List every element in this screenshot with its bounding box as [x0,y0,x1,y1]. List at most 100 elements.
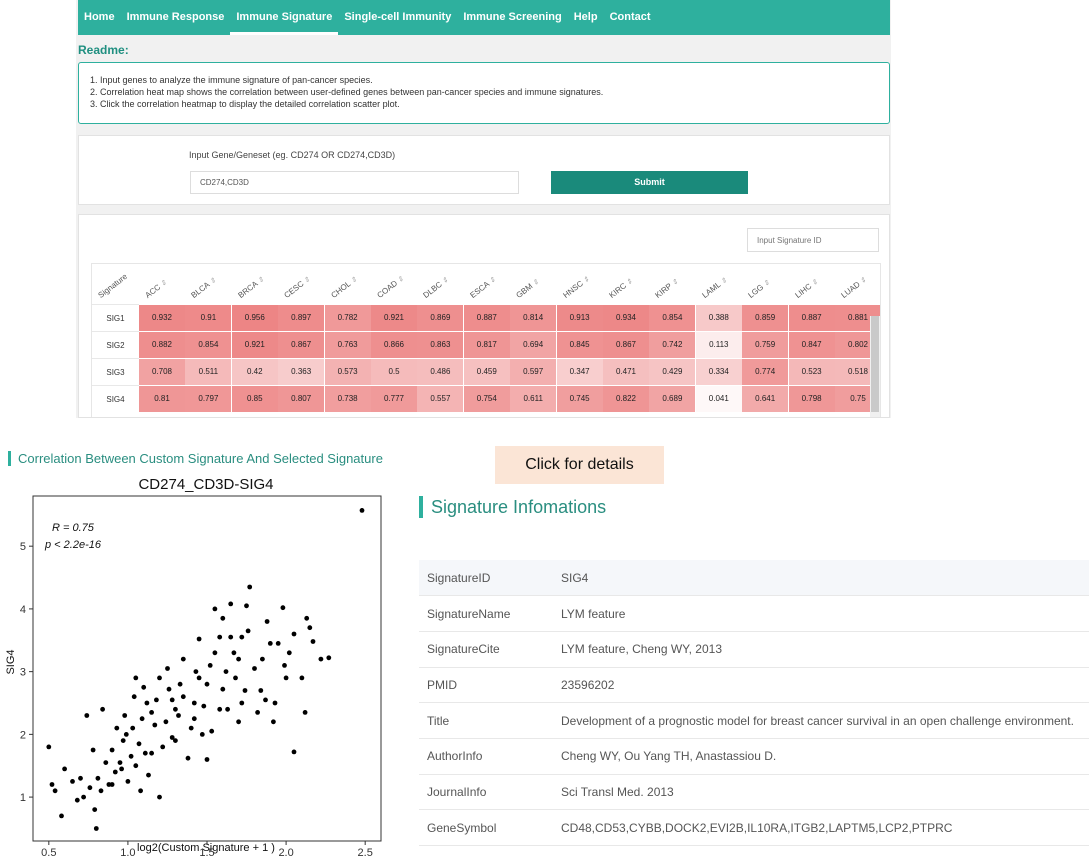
heatmap-cell[interactable]: 0.782 [324,305,371,331]
column-header-acc[interactable]: ACC⇕ [139,264,186,304]
heatmap-cell[interactable]: 0.573 [324,359,371,385]
heatmap-cell[interactable]: 0.041 [695,386,742,412]
heatmap-cell[interactable]: 0.859 [742,305,789,331]
heatmap-cell[interactable]: 0.113 [695,332,742,358]
heatmap-cell[interactable]: 0.763 [324,332,371,358]
sort-icon[interactable]: ⇕ [720,277,729,286]
column-header-cesc[interactable]: CESC⇕ [278,264,325,304]
column-header-lgg[interactable]: LGG⇕ [742,264,789,304]
heatmap-cell[interactable]: 0.429 [649,359,696,385]
heatmap-scrollbar[interactable] [870,316,880,417]
heatmap-cell[interactable]: 0.932 [139,305,185,331]
heatmap-cell[interactable]: 0.694 [510,332,557,358]
column-header-blca[interactable]: BLCA⇕ [185,264,232,304]
heatmap-cell[interactable]: 0.863 [417,332,464,358]
heatmap-cell[interactable]: 0.798 [788,386,835,412]
heatmap-cell[interactable]: 0.471 [603,359,649,385]
heatmap-cell[interactable]: 0.5 [371,359,417,385]
column-header-luad[interactable]: LUAD⇕ [835,264,880,304]
heatmap-cell[interactable]: 0.869 [417,305,464,331]
heatmap-cell[interactable]: 0.738 [324,386,371,412]
nav-immune-screening[interactable]: Immune Screening [457,0,567,35]
heatmap-cell[interactable]: 0.854 [185,332,232,358]
heatmap-cell[interactable]: 0.822 [603,386,649,412]
heatmap-cell[interactable]: 0.334 [695,359,742,385]
heatmap-cell[interactable]: 0.486 [417,359,464,385]
heatmap-cell[interactable]: 0.689 [649,386,696,412]
heatmap-cell[interactable]: 0.854 [649,305,696,331]
heatmap-cell[interactable]: 0.745 [556,386,603,412]
column-header-kirc[interactable]: KIRC⇕ [603,264,650,304]
heatmap-cell[interactable]: 0.814 [510,305,557,331]
sort-icon[interactable]: ⇕ [582,276,591,285]
nav-immune-response[interactable]: Immune Response [121,0,231,35]
sort-icon[interactable]: ⇕ [209,277,218,286]
column-header-chol[interactable]: CHOL⇕ [325,264,372,304]
heatmap-cell[interactable]: 0.777 [371,386,417,412]
sort-icon[interactable]: ⇕ [160,279,169,288]
column-header-gbm[interactable]: GBM⇕ [510,264,557,304]
heatmap-cell[interactable]: 0.882 [139,332,185,358]
heatmap-cell[interactable]: 0.866 [371,332,417,358]
heatmap-cell[interactable]: 0.913 [556,305,603,331]
scrollbar-thumb[interactable] [871,316,879,412]
column-header-coad[interactable]: COAD⇕ [371,264,418,304]
heatmap-cell[interactable]: 0.774 [742,359,789,385]
heatmap-cell[interactable]: 0.845 [556,332,603,358]
sort-icon[interactable]: ⇕ [532,278,541,287]
sort-icon[interactable]: ⇕ [396,275,405,284]
nav-help[interactable]: Help [568,0,604,35]
heatmap-cell[interactable]: 0.759 [742,332,789,358]
heatmap-cell[interactable]: 0.42 [231,359,278,385]
column-header-esca[interactable]: ESCA⇕ [464,264,511,304]
heatmap-cell[interactable]: 0.887 [788,305,835,331]
heatmap-cell[interactable]: 0.523 [788,359,835,385]
heatmap-cell[interactable]: 0.817 [463,332,510,358]
signature-search-input[interactable] [747,228,879,252]
sort-icon[interactable]: ⇕ [303,276,312,285]
sort-icon[interactable]: ⇕ [257,276,266,285]
nav-contact[interactable]: Contact [604,0,657,35]
gene-input[interactable] [190,171,519,194]
column-header-lihc[interactable]: LIHC⇕ [789,264,836,304]
sort-icon[interactable]: ⇕ [763,279,772,288]
heatmap-cell[interactable]: 0.85 [231,386,278,412]
nav-home[interactable]: Home [78,0,121,35]
submit-button[interactable]: Submit [551,171,748,194]
sort-icon[interactable]: ⇕ [859,276,868,285]
sort-icon[interactable]: ⇕ [488,276,497,285]
heatmap-cell[interactable]: 0.81 [139,386,185,412]
heatmap-cell[interactable]: 0.807 [278,386,325,412]
heatmap-cell[interactable]: 0.867 [603,332,649,358]
column-header-laml[interactable]: LAML⇕ [696,264,743,304]
column-header-brca[interactable]: BRCA⇕ [232,264,279,304]
heatmap-cell[interactable]: 0.557 [417,386,464,412]
heatmap-cell[interactable]: 0.867 [278,332,325,358]
heatmap-cell[interactable]: 0.708 [139,359,185,385]
heatmap-cell[interactable]: 0.797 [185,386,232,412]
column-header-hnsc[interactable]: HNSC⇕ [557,264,604,304]
column-header-signature[interactable]: Signature [92,264,139,304]
heatmap-cell[interactable]: 0.897 [278,305,325,331]
nav-single-cell-immunity[interactable]: Single-cell Immunity [338,0,457,35]
nav-immune-signature[interactable]: Immune Signature [230,0,339,35]
sort-icon[interactable]: ⇕ [441,276,450,285]
click-for-details-button[interactable]: Click for details [495,446,664,484]
heatmap-cell[interactable]: 0.934 [603,305,649,331]
heatmap-cell[interactable]: 0.459 [463,359,510,385]
heatmap-cell[interactable]: 0.611 [510,386,557,412]
heatmap-cell[interactable]: 0.641 [742,386,789,412]
heatmap-cell[interactable]: 0.347 [556,359,603,385]
heatmap-cell[interactable]: 0.921 [371,305,417,331]
heatmap-cell[interactable]: 0.388 [695,305,742,331]
heatmap-cell[interactable]: 0.363 [278,359,325,385]
heatmap-cell[interactable]: 0.847 [788,332,835,358]
sort-icon[interactable]: ⇕ [671,278,680,287]
heatmap-cell[interactable]: 0.597 [510,359,557,385]
column-header-dlbc[interactable]: DLBC⇕ [417,264,464,304]
heatmap-cell[interactable]: 0.511 [185,359,232,385]
sort-icon[interactable]: ⇕ [810,278,819,287]
heatmap-cell[interactable]: 0.887 [463,305,510,331]
heatmap-cell[interactable]: 0.91 [185,305,232,331]
heatmap-cell[interactable]: 0.956 [231,305,278,331]
